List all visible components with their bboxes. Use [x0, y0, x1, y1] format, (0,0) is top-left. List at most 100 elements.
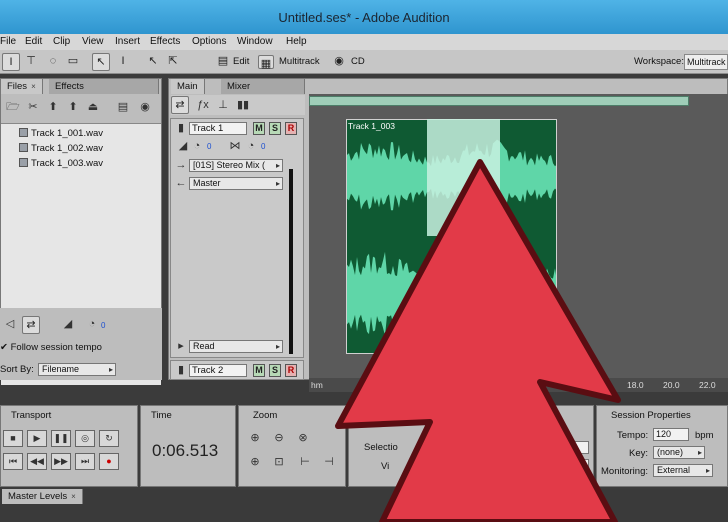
- follow-tempo-checkbox[interactable]: ✔ Follow session tempo: [0, 342, 102, 353]
- autoplay-button[interactable]: ⇄: [22, 316, 40, 334]
- zoom-in-amplitude-icon[interactable]: ⊕: [247, 430, 263, 446]
- play-button[interactable]: ▶: [27, 430, 47, 447]
- mute-button[interactable]: M: [253, 364, 265, 377]
- multitrack-view-label[interactable]: Multitrack: [279, 56, 320, 67]
- time-selection-tool-icon[interactable]: I: [2, 53, 20, 71]
- sends-icon[interactable]: ⊥: [215, 97, 231, 113]
- scrub-tool-icon[interactable]: ↖: [144, 53, 162, 71]
- edit-view-label[interactable]: Edit: [233, 56, 249, 67]
- time-ruler[interactable]: hm 14.0 16.0 18.0 20.0 22.0: [309, 378, 728, 392]
- menu-view[interactable]: View: [82, 36, 104, 47]
- insert-cd-icon[interactable]: ⬆: [65, 99, 81, 115]
- input-arrow-icon: →: [175, 159, 187, 171]
- selection-row-label: Selectio: [364, 442, 398, 453]
- sort-select[interactable]: Filename: [38, 363, 116, 376]
- options-icon[interactable]: ◉: [137, 99, 153, 115]
- automation-select[interactable]: Read: [189, 340, 283, 353]
- menu-help[interactable]: Help: [286, 36, 307, 47]
- list-item[interactable]: Track 1_001.wav: [19, 128, 103, 139]
- menu-edit[interactable]: Edit: [25, 36, 42, 47]
- zoom-left-icon[interactable]: ⊢: [297, 454, 313, 470]
- fast-forward-button[interactable]: ▶▶: [51, 453, 71, 470]
- list-item[interactable]: Track 1_003.wav: [19, 158, 103, 169]
- volume-icon: ◢: [63, 318, 73, 330]
- edit-view-icon[interactable]: ▤: [214, 53, 232, 71]
- menu-window[interactable]: Window: [237, 36, 273, 47]
- sort-label: Sort By:: [0, 364, 34, 375]
- monitoring-select[interactable]: External: [653, 464, 713, 477]
- close-icon[interactable]: ×: [71, 492, 76, 501]
- menu-file[interactable]: File: [0, 36, 16, 47]
- menu-insert[interactable]: Insert: [115, 36, 140, 47]
- selection-length-field[interactable]: 4.036: [545, 441, 589, 454]
- mute-button[interactable]: M: [253, 122, 265, 135]
- tab-master-levels[interactable]: Master Levels ×: [2, 489, 83, 504]
- loop-button[interactable]: ↻: [99, 430, 119, 447]
- inputs-outputs-icon[interactable]: ⇄: [171, 96, 189, 114]
- track-pan[interactable]: 0: [261, 142, 265, 151]
- list-view-icon[interactable]: ▤: [115, 99, 131, 115]
- edit-file-icon[interactable]: ⏏: [85, 99, 101, 115]
- cd-view-label[interactable]: CD: [351, 56, 365, 67]
- output-select[interactable]: Master: [189, 177, 283, 190]
- workspace-select[interactable]: Multitrack: [684, 54, 728, 70]
- selection-begin-field[interactable]: 0:10.5: [471, 441, 523, 454]
- stop-button[interactable]: ■: [3, 430, 23, 447]
- import-icon[interactable]: 🗁: [5, 99, 21, 115]
- pause-button[interactable]: ❚❚: [51, 430, 71, 447]
- pan-knob-icon[interactable]: ◔: [243, 138, 259, 154]
- multitrack-view-icon[interactable]: ▦: [258, 55, 274, 70]
- zoom-right-icon[interactable]: ⊣: [321, 454, 337, 470]
- solo-button[interactable]: S: [269, 122, 281, 135]
- menu-options[interactable]: Options: [192, 36, 226, 47]
- record-button[interactable]: ●: [99, 453, 119, 470]
- cd-view-icon[interactable]: ◉: [330, 53, 348, 71]
- tab-mixer[interactable]: Mixer: [221, 79, 305, 94]
- close-file-icon[interactable]: ✂: [25, 99, 41, 115]
- menu-effects[interactable]: Effects: [150, 36, 180, 47]
- ruler-tick: 22.0: [699, 380, 716, 390]
- view-length-field[interactable]: 0.000: [545, 459, 589, 472]
- razor-tool-icon[interactable]: ⊤: [22, 53, 40, 71]
- session-properties-panel: Session Properties Tempo: 120 bpm Key: (…: [596, 405, 728, 487]
- loop-icon[interactable]: ◁: [2, 316, 18, 332]
- go-to-start-button[interactable]: ⏮: [3, 453, 23, 470]
- zoom-in-time-icon[interactable]: ⊕: [247, 454, 263, 470]
- tempo-field[interactable]: 120: [653, 428, 689, 441]
- volume-knob-icon[interactable]: ◔: [84, 316, 100, 332]
- eq-icon[interactable]: ▮▮: [235, 97, 251, 113]
- overview-scrollbar[interactable]: [309, 96, 689, 106]
- menu-bar: File Edit Clip View Insert Effects Optio…: [0, 34, 728, 50]
- tab-main[interactable]: Main: [171, 79, 205, 94]
- move-tool-icon[interactable]: ↖: [92, 53, 110, 71]
- view-begin-field[interactable]: 0:30.000: [471, 459, 523, 472]
- menu-clip[interactable]: Clip: [53, 36, 70, 47]
- track-volume[interactable]: 0: [207, 142, 211, 151]
- play-from-cursor-button[interactable]: ◎: [75, 430, 95, 447]
- volume-knob-icon[interactable]: ◔: [189, 138, 205, 154]
- track-1-name[interactable]: Track 1: [189, 122, 247, 135]
- effects-icon[interactable]: ƒx: [195, 97, 211, 113]
- track-2-name[interactable]: Track 2: [189, 364, 247, 377]
- zoom-selection-icon[interactable]: ⊡: [271, 454, 287, 470]
- hybrid-tool-icon[interactable]: I: [114, 53, 132, 71]
- close-icon[interactable]: ×: [31, 82, 36, 91]
- insert-multitrack-icon[interactable]: ⬆: [45, 99, 61, 115]
- input-select[interactable]: [01S] Stereo Mix (: [189, 159, 283, 172]
- go-to-end-button[interactable]: ⏭: [75, 453, 95, 470]
- tab-effects[interactable]: Effects: [49, 79, 159, 94]
- list-item[interactable]: Track 1_002.wav: [19, 143, 103, 154]
- zoom-out-amplitude-icon[interactable]: ⊖: [271, 430, 287, 446]
- select-tool-icon[interactable]: ⇱: [164, 53, 182, 71]
- record-arm-button[interactable]: R: [285, 364, 297, 377]
- lasso-tool-icon[interactable]: ◌: [44, 53, 62, 71]
- record-arm-button[interactable]: R: [285, 122, 297, 135]
- time-selection[interactable]: [427, 119, 500, 236]
- tab-files[interactable]: Files ×: [1, 79, 43, 94]
- marquee-tool-icon[interactable]: ▭: [64, 53, 82, 71]
- key-select[interactable]: (none): [653, 446, 705, 459]
- solo-button[interactable]: S: [269, 364, 281, 377]
- zoom-full-icon[interactable]: ⊗: [295, 430, 311, 446]
- expand-icon[interactable]: ▸: [173, 338, 189, 354]
- rewind-button[interactable]: ◀◀: [27, 453, 47, 470]
